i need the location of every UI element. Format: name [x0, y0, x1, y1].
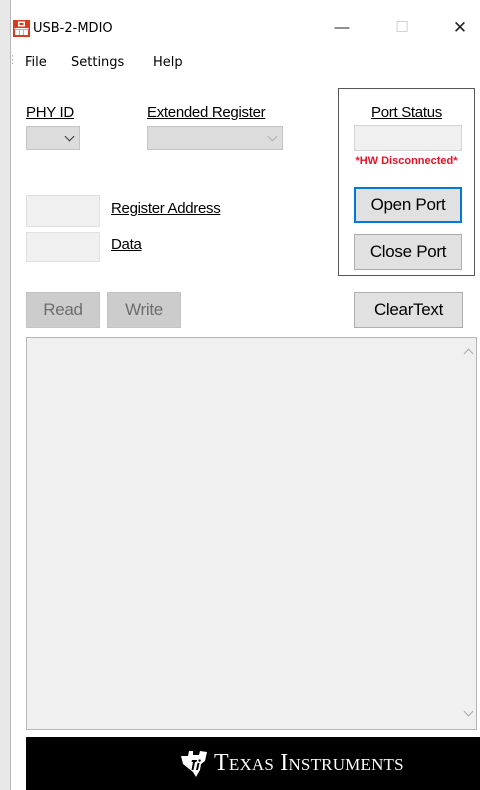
ti-footer-banner: Texas Instruments [26, 737, 480, 790]
port-status-group: Port Status *HW Disconnected* Open Port … [338, 88, 475, 276]
register-address-label: Register Address [111, 200, 221, 217]
window-title: USB-2-MDIO [33, 21, 113, 36]
menu-grip-icon: ⋮ [7, 54, 18, 66]
scroll-up-icon[interactable] [463, 348, 474, 359]
extended-register-dropdown[interactable] [147, 126, 283, 150]
hw-status-text: *HW Disconnected* [355, 155, 458, 167]
close-window-button[interactable]: ✕ [437, 14, 480, 42]
left-window-edge [0, 0, 10, 790]
write-button[interactable]: Write [107, 292, 181, 328]
menu-settings[interactable]: Settings [71, 55, 124, 70]
phy-id-dropdown[interactable] [26, 126, 80, 150]
menu-file[interactable]: File [25, 55, 47, 70]
phy-id-label: PHY ID [26, 104, 74, 121]
title-bar: USB-2-MDIO — ☐ ✕ [11, 0, 480, 44]
app-window: USB-2-MDIO — ☐ ✕ ⋮ File Settings Help PH… [7, 0, 480, 790]
data-input[interactable] [26, 232, 100, 262]
ti-brand-name: Texas Instruments [214, 750, 404, 776]
extended-register-label: Extended Register [147, 104, 266, 121]
minimize-button[interactable]: — [319, 14, 365, 42]
output-textarea[interactable] [26, 337, 477, 730]
open-port-button[interactable]: Open Port [354, 187, 462, 223]
close-port-button[interactable]: Close Port [354, 234, 462, 270]
clear-text-button[interactable]: ClearText [354, 292, 463, 328]
app-icon [13, 20, 30, 37]
read-button[interactable]: Read [26, 292, 100, 328]
menu-bar: ⋮ File Settings Help [7, 50, 480, 76]
port-status-label: Port Status [371, 104, 442, 121]
port-status-field [354, 125, 462, 151]
maximize-button[interactable]: ☐ [379, 14, 425, 42]
register-address-input[interactable] [26, 195, 100, 227]
scroll-down-icon[interactable] [463, 706, 474, 717]
chevron-down-icon [267, 131, 278, 142]
chevron-down-icon [64, 131, 75, 142]
menu-help[interactable]: Help [153, 55, 183, 70]
data-label: Data [111, 236, 142, 253]
ti-logo-icon [181, 751, 207, 777]
